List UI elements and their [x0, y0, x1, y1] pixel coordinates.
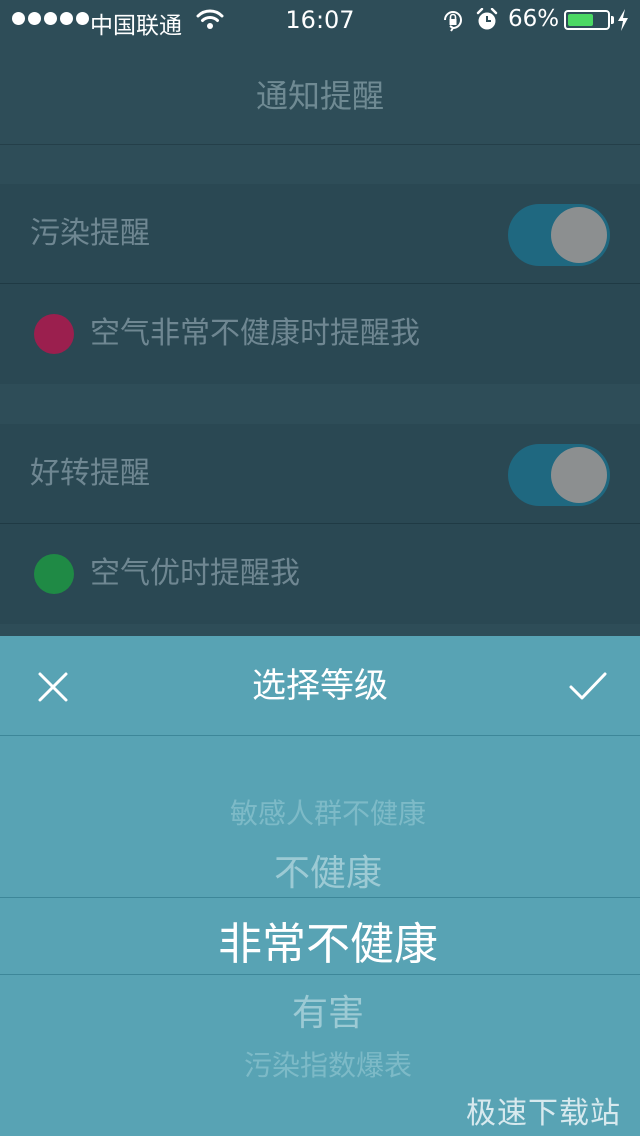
- picker-selection-top-line: [0, 897, 640, 898]
- improvement-level-color-dot: [34, 554, 74, 594]
- toggle-knob: [551, 447, 607, 503]
- rotation-lock-icon: [441, 8, 465, 38]
- nav-divider: [0, 144, 640, 145]
- charging-bolt-icon: [617, 9, 629, 37]
- picker-option[interactable]: 不健康: [0, 844, 640, 896]
- battery-icon: [564, 10, 610, 30]
- pollution-level-row[interactable]: 空气非常不健康时提醒我: [0, 284, 640, 384]
- pollution-level-label: 空气非常不健康时提醒我: [90, 316, 420, 351]
- improvement-level-label: 空气优时提醒我: [90, 556, 300, 591]
- picker-option[interactable]: 有害: [0, 984, 640, 1036]
- improvement-reminder-label: 好转提醒: [30, 456, 150, 491]
- picker-title: 选择等级: [252, 666, 388, 706]
- battery-tip: [611, 16, 614, 24]
- toggle-knob: [551, 207, 607, 263]
- picker-header: 选择等级: [0, 636, 640, 736]
- battery-level-fill: [568, 14, 594, 26]
- picker-option[interactable]: 敏感人群不健康: [0, 792, 640, 832]
- pollution-reminder-toggle[interactable]: [508, 204, 610, 266]
- picker-selection-bottom-line: [0, 974, 640, 975]
- level-picker-sheet: 选择等级 敏感人群不健康 不健康 非常不健康 有害 污染指数爆表: [0, 636, 640, 1136]
- pollution-reminder-label: 污染提醒: [30, 216, 150, 251]
- page-title: 通知提醒: [255, 77, 384, 115]
- checkmark-icon[interactable]: [568, 670, 608, 708]
- watermark: 极速下载站: [466, 1096, 621, 1131]
- status-bar: 中国联通 16:07 66%: [0, 0, 640, 40]
- battery-percent: 66%: [508, 6, 560, 32]
- improvement-reminder-group: 好转提醒 空气优时提醒我: [0, 424, 640, 624]
- pollution-level-color-dot: [34, 314, 74, 354]
- pollution-reminder-row: 污染提醒: [0, 184, 640, 284]
- picker-option-selected[interactable]: 非常不健康: [0, 908, 640, 972]
- alarm-icon: [476, 7, 498, 38]
- improvement-reminder-row: 好转提醒: [0, 424, 640, 524]
- pollution-reminder-group: 污染提醒 空气非常不健康时提醒我: [0, 184, 640, 384]
- improvement-reminder-toggle[interactable]: [508, 444, 610, 506]
- picker-option[interactable]: 污染指数爆表: [0, 1044, 640, 1084]
- improvement-level-row[interactable]: 空气优时提醒我: [0, 524, 640, 624]
- picker-header-divider: [0, 735, 640, 736]
